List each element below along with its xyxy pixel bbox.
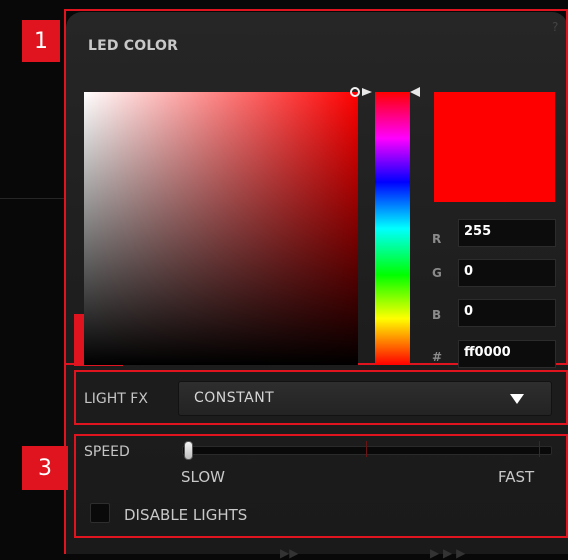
hue-pointer-right-icon[interactable] xyxy=(410,87,420,97)
nav-arrow-icon: ▶▶ xyxy=(280,546,299,560)
background-divider xyxy=(0,198,66,199)
r-label: R xyxy=(432,232,442,246)
saturation-value-picker[interactable] xyxy=(84,92,358,365)
hex-label: # xyxy=(432,350,443,364)
annotation-badge-3: 3 xyxy=(22,446,68,490)
r-input[interactable]: 255 xyxy=(458,219,556,247)
b-input[interactable]: 0 xyxy=(458,299,556,327)
g-input[interactable]: 0 xyxy=(458,259,556,287)
color-picker-handle[interactable] xyxy=(350,87,360,97)
black-gradient xyxy=(84,92,358,365)
hue-pointer-left-icon[interactable] xyxy=(362,88,372,96)
light-fx-selected-value: CONSTANT xyxy=(194,390,275,406)
speed-tick-end xyxy=(539,441,540,457)
light-fx-label: LIGHT FX xyxy=(84,391,148,407)
speed-max-label: FAST xyxy=(498,468,535,486)
hue-slider[interactable] xyxy=(375,92,410,365)
speed-slider-track[interactable] xyxy=(182,446,552,455)
speed-slider-handle[interactable] xyxy=(184,441,193,460)
annotation-badge-1: 1 xyxy=(22,20,60,62)
hex-input[interactable]: ff0000 xyxy=(458,340,556,368)
light-fx-dropdown[interactable]: CONSTANT xyxy=(178,381,552,416)
b-label: B xyxy=(432,308,442,322)
speed-tick-mid xyxy=(366,441,367,457)
led-color-title: LED COLOR xyxy=(88,38,179,54)
disable-lights-label: DISABLE LIGHTS xyxy=(124,506,248,524)
disable-lights-checkbox[interactable] xyxy=(90,503,110,523)
g-label: G xyxy=(432,266,442,280)
color-preview-swatch xyxy=(434,92,555,202)
dropdown-caret-icon xyxy=(510,394,524,404)
nav-arrow-icon: ▶ ▶ ▶ xyxy=(430,546,466,560)
speed-label: SPEED xyxy=(84,444,130,460)
speed-min-label: SLOW xyxy=(181,468,225,486)
